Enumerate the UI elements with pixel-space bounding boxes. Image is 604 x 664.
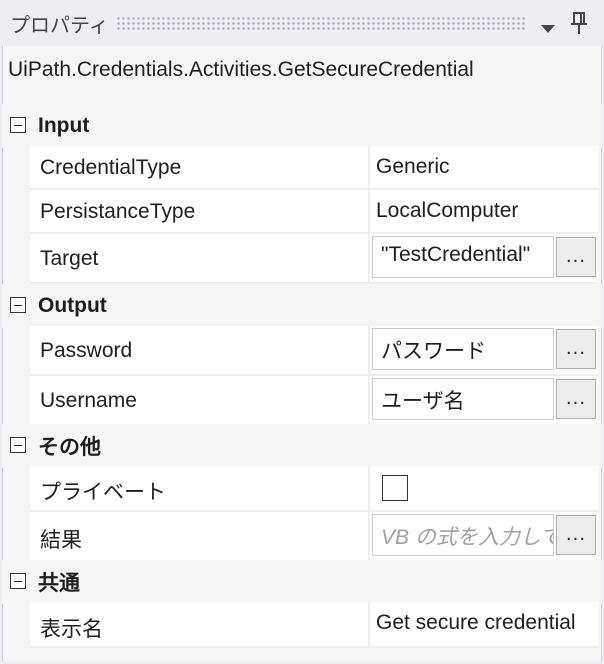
properties-panel: プロパティ UiPath.Credentials.Activities.GetS… [0,0,604,664]
property-name: Username [40,389,137,412]
section-misc: その他 [2,424,602,468]
drag-grip[interactable] [116,16,526,30]
property-row-persistancetype[interactable]: PersistanceType LocalComputer [30,190,598,234]
property-name: プライベート [40,481,166,504]
username-input[interactable]: ユーザ名 [372,378,554,420]
property-row-private[interactable]: プライベート [30,466,598,512]
column-divider [368,512,370,560]
section-label: Input [38,114,90,137]
property-name: CredentialType [40,156,182,179]
password-input[interactable]: パスワード [372,328,554,370]
collapse-minus-icon[interactable] [10,437,26,453]
private-checkbox[interactable] [382,475,408,501]
section-common: 共通 [2,560,602,604]
panel-title: プロパティ [10,13,109,37]
column-divider [368,602,370,646]
section-output: Output [2,284,602,328]
property-row-target[interactable]: Target "TestCredential" ... [30,234,598,284]
result-browse-button[interactable]: ... [556,515,596,555]
section-label: 共通 [38,572,80,595]
collapse-minus-icon[interactable] [10,573,26,589]
activity-type-name: UiPath.Credentials.Activities.GetSecureC… [8,58,474,81]
property-row-result[interactable]: 結果 VB の式を入力してください ... [30,512,598,562]
pushpin-icon[interactable] [568,10,590,36]
column-divider [368,190,370,232]
collapse-minus-icon[interactable] [10,297,26,313]
section-input: Input [2,104,602,148]
column-divider [368,376,370,424]
result-input[interactable]: VB の式を入力してください [372,514,554,556]
section-label: Output [38,294,107,317]
column-divider [368,146,370,188]
target-input[interactable]: "TestCredential" [372,236,554,278]
property-name: 結果 [40,529,82,552]
username-browse-button[interactable]: ... [556,379,596,419]
target-browse-button[interactable]: ... [556,237,596,277]
property-row-displayname[interactable]: 表示名 Get secure credential [30,602,598,648]
column-divider [368,466,370,510]
collapse-minus-icon[interactable] [10,117,26,133]
property-name: Password [40,339,133,362]
property-name: 表示名 [40,618,103,641]
panel-title-bar[interactable]: プロパティ [0,0,604,46]
column-divider [368,234,370,282]
property-row-password[interactable]: Password パスワード ... [30,326,598,376]
property-row-credentialtype[interactable]: CredentialType Generic [30,146,598,190]
property-row-username[interactable]: Username ユーザ名 ... [30,376,598,426]
section-label: その他 [38,436,101,459]
password-browse-button[interactable]: ... [556,329,596,369]
property-name: Target [40,247,99,270]
property-value[interactable]: Generic [376,155,598,179]
display-name-value[interactable]: Get secure credential [376,611,598,635]
property-value[interactable]: LocalComputer [376,199,598,223]
triangle-down-icon[interactable] [538,18,558,38]
property-name: PersistanceType [40,200,196,223]
column-divider [368,326,370,374]
